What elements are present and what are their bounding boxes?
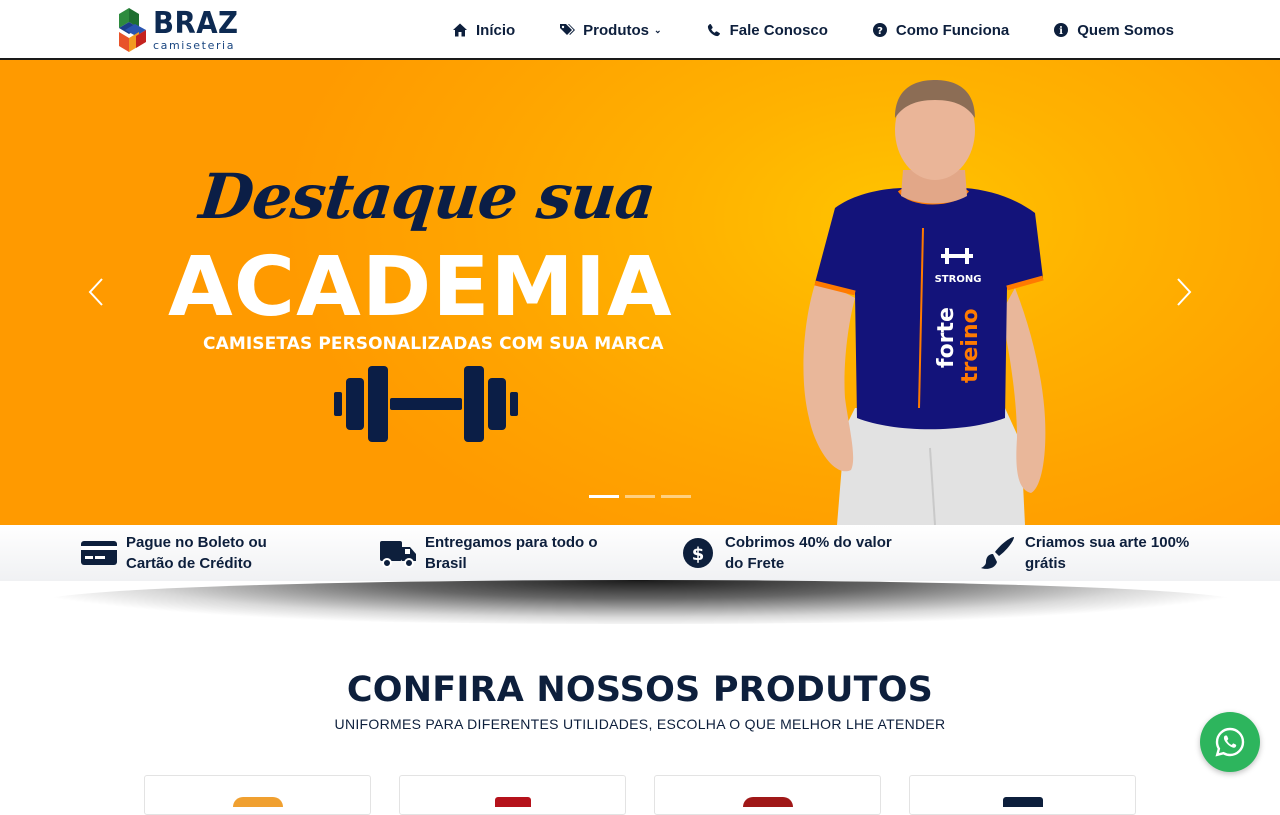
product-card[interactable] [144,775,371,815]
nav-item-fale-conosco[interactable]: Fale Conosco [706,22,828,39]
carousel-indicator-2[interactable] [625,495,655,498]
chevron-right-icon [1177,278,1192,306]
carousel-prev-button[interactable] [86,276,106,308]
question-circle-icon: ? [872,22,888,38]
nav-label: Início [476,21,516,39]
product-card[interactable] [399,775,626,815]
chevron-down-icon: ⌄ [654,24,662,35]
feature-line: Brasil [425,555,467,572]
hero-carousel: Destaque sua ACADEMIA CAMISETAS PERSONAL… [0,60,1280,525]
feature-line: do Frete [725,555,785,572]
svg-text:forte: forte [934,307,959,368]
nav-item-produtos[interactable]: Produtos ⌄ [559,21,662,39]
feature-line: grátis [1025,555,1066,572]
credit-card-icon [80,534,118,572]
svg-text:i: i [1059,26,1063,37]
products-subtitle: UNIFORMES PARA DIFERENTES UTILIDADES, ES… [334,716,946,732]
dumbbell-icon [334,366,518,442]
nav-label: Produtos [583,21,650,39]
brand-tagline: camiseteria [153,39,236,52]
section-shadow [40,580,1240,624]
dollar-circle-icon: $ [679,534,717,572]
feature-shipping: Entregamos para todo o Brasil [379,525,598,581]
main-nav: Início Produtos ⌄ Fale Conosco ? Como Fu… [452,0,1174,60]
chevron-left-icon [88,278,103,306]
feature-line: Cobrimos 40% do valor [725,534,892,551]
carousel-indicators [589,495,697,498]
nav-item-como-funciona[interactable]: ? Como Funciona [872,22,1009,39]
site-header: BRAZ camiseteria Início Produtos ⌄ Fale … [0,0,1280,60]
whatsapp-button[interactable] [1200,712,1260,772]
nav-item-quem-somos[interactable]: i Quem Somos [1053,22,1174,39]
svg-text:treino: treino [958,308,983,383]
products-title: CONFIRA NOSSOS PRODUTOS [346,670,934,710]
feature-freight: $ Cobrimos 40% do valor do Frete [679,525,892,581]
nav-label: Fale Conosco [729,21,828,39]
nav-label: Como Funciona [895,21,1010,39]
feature-art: Criamos sua arte 100% grátis [979,525,1189,581]
phone-icon [706,22,722,38]
home-icon [452,22,468,38]
brand-name: BRAZ [153,6,239,41]
whatsapp-icon [1215,727,1245,757]
paintbrush-icon [979,534,1017,572]
features-bar: Pague no Boleto ou Cartão de Crédito Ent… [0,525,1280,581]
nav-label: Quem Somos [1077,21,1174,39]
feature-line: Criamos sua arte 100% [1025,534,1190,551]
carousel-next-button[interactable] [1174,276,1194,308]
braz-logo[interactable]: BRAZ camiseteria [119,8,246,52]
truck-icon [379,534,417,572]
logo-mark-icon [119,8,146,52]
feature-line: Pague no Boleto ou [126,534,267,551]
product-card[interactable] [654,775,881,815]
hero-subtitle: CAMISETAS PERSONALIZADAS COM SUA MARCA [203,334,664,354]
carousel-indicator-3[interactable] [661,495,691,498]
feature-line: Cartão de Crédito [126,555,252,572]
svg-text:?: ? [877,26,883,37]
info-circle-icon: i [1053,22,1069,38]
feature-payment: Pague no Boleto ou Cartão de Crédito [80,525,267,581]
hero-big-title: ACADEMIA [168,240,673,335]
svg-text:STRONG: STRONG [935,274,982,285]
tags-icon [559,22,576,38]
hero-script-title: Destaque sua [196,160,659,233]
carousel-indicator-1[interactable] [589,495,619,498]
nav-item-inicio[interactable]: Início [452,22,515,39]
hero-model-image: STRONG forte treino [803,80,1046,525]
feature-line: Entregamos para todo o [425,534,598,551]
product-card[interactable] [909,775,1136,815]
svg-text:$: $ [692,544,705,565]
